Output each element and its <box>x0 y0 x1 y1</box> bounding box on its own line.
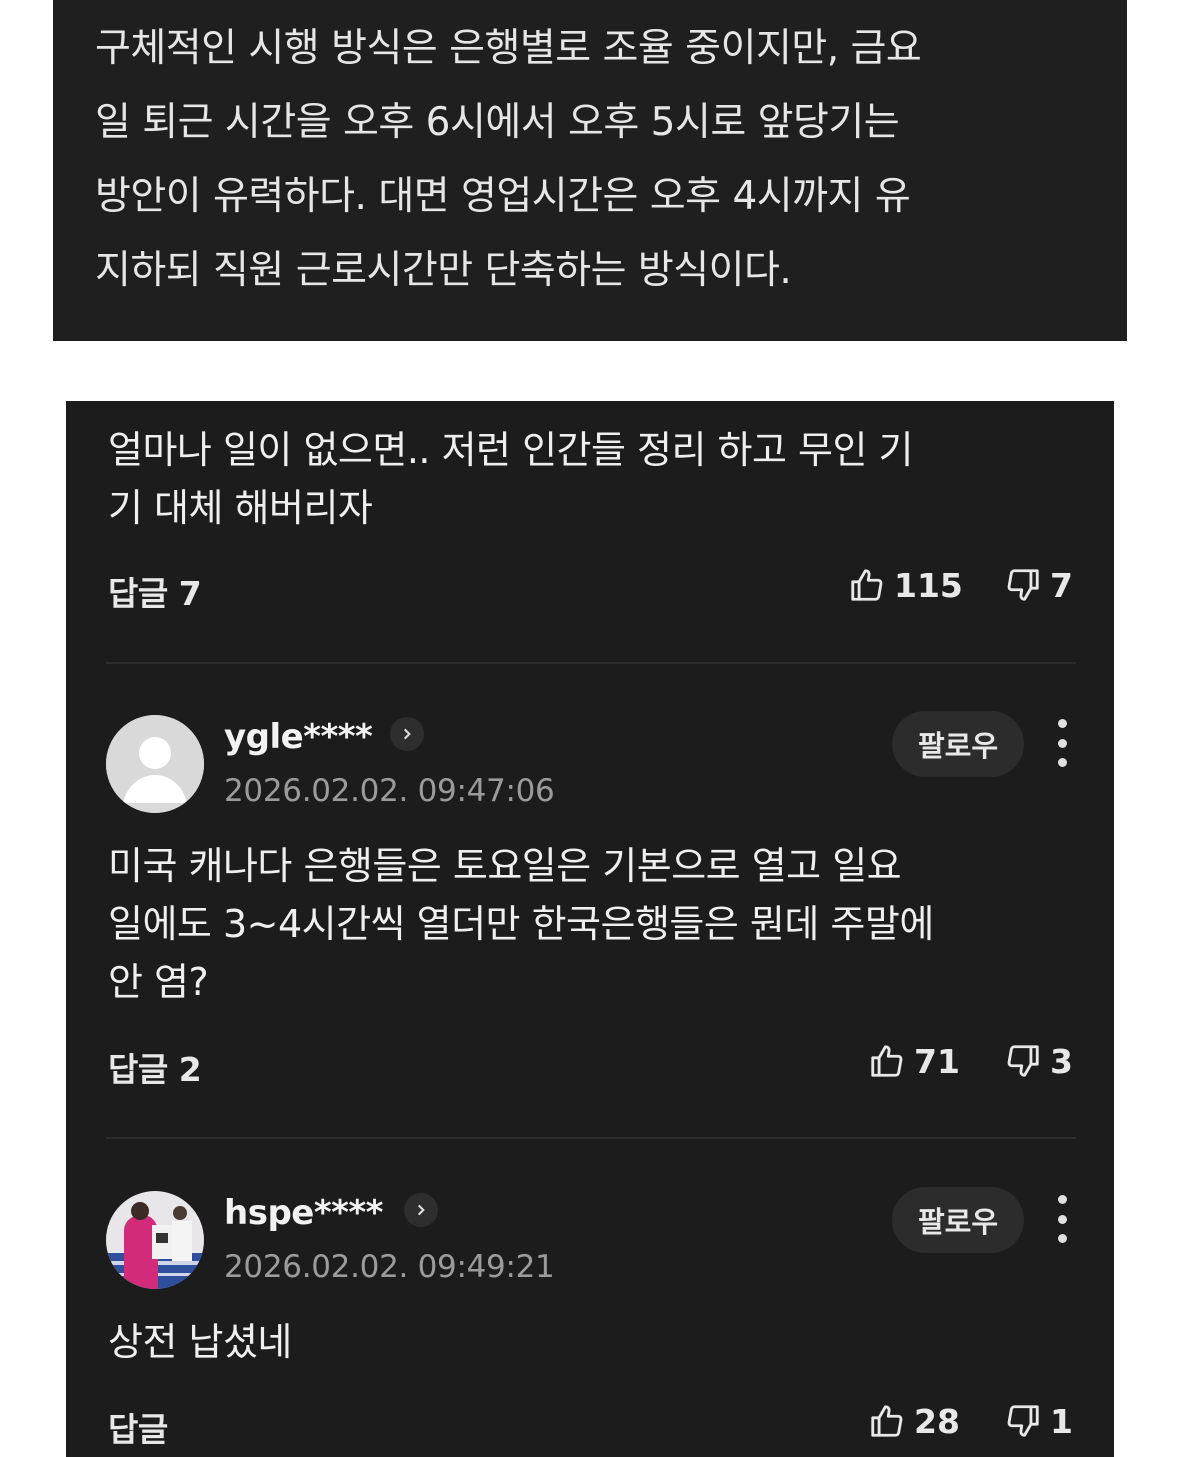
reply-button[interactable]: 답글 2 <box>108 1043 202 1091</box>
article-line: 지하되 직원 근로시간만 단축하는 방식이다. <box>95 248 792 293</box>
more-vertical-icon[interactable] <box>1050 1195 1074 1243</box>
follow-button[interactable]: 팔로우 <box>892 1187 1024 1253</box>
like-count: 115 <box>894 565 963 605</box>
comment-timestamp: 2026.02.02. 09:47:06 <box>224 773 555 809</box>
article-line: 구체적인 시행 방식은 은행별로 조율 중이지만, 금요 <box>95 26 922 71</box>
like-button[interactable]: 28 <box>868 1401 960 1441</box>
comment-body: 미국 캐나다 은행들은 토요일은 기본으로 열고 일요 일에도 3~4시간씩 열… <box>108 837 934 1011</box>
dislike-count: 1 <box>1050 1401 1073 1441</box>
divider <box>106 1137 1076 1139</box>
comment-list: 얼마나 일이 없으면.. 저런 인간들 정리 하고 무인 기 기 대체 해버리자… <box>66 401 1114 1457</box>
dislike-button[interactable]: 3 <box>1004 1041 1073 1081</box>
reply-button[interactable]: 답글 <box>108 1403 168 1451</box>
chevron-right-icon[interactable] <box>404 1193 438 1227</box>
dislike-button[interactable]: 1 <box>1004 1401 1073 1441</box>
chevron-right-icon[interactable] <box>390 717 424 751</box>
like-button[interactable]: 115 <box>848 565 963 605</box>
like-count: 71 <box>914 1041 960 1081</box>
thumbs-down-icon <box>1007 569 1039 601</box>
reply-button[interactable]: 답글 7 <box>108 567 202 615</box>
default-avatar-icon[interactable] <box>106 715 204 813</box>
comment-body: 얼마나 일이 없으면.. 저런 인간들 정리 하고 무인 기 기 대체 해버리자 <box>108 421 914 537</box>
article-excerpt: 구체적인 시행 방식은 은행별로 조율 중이지만, 금요 일 퇴근 시간을 오후… <box>53 0 1127 341</box>
comment-line: 얼마나 일이 없으면.. 저런 인간들 정리 하고 무인 기 <box>108 428 914 472</box>
comment-author[interactable]: hspe**** <box>224 1193 383 1233</box>
thumbs-down-icon <box>1007 1045 1039 1077</box>
more-vertical-icon[interactable] <box>1050 719 1074 767</box>
comment-line: 안 염? <box>108 960 209 1004</box>
comment-line: 미국 캐나다 은행들은 토요일은 기본으로 열고 일요 <box>108 844 902 888</box>
dislike-count: 7 <box>1050 565 1073 605</box>
like-count: 28 <box>914 1401 960 1441</box>
divider <box>106 662 1076 664</box>
profile-photo <box>106 1191 204 1289</box>
comment-author[interactable]: ygle**** <box>224 717 373 757</box>
article-line: 일 퇴근 시간을 오후 6시에서 오후 5시로 앞당기는 <box>95 100 900 145</box>
comment-line: 일에도 3~4시간씩 열더만 한국은행들은 뭔데 주말에 <box>108 902 934 946</box>
like-button[interactable]: 71 <box>868 1041 960 1081</box>
thumbs-down-icon <box>1007 1405 1039 1437</box>
dislike-button[interactable]: 7 <box>1004 565 1073 605</box>
comment-body: 상전 납셨네 <box>108 1313 292 1371</box>
person-silhouette-icon <box>106 715 204 813</box>
thumbs-up-icon <box>871 1405 903 1437</box>
dislike-count: 3 <box>1050 1041 1073 1081</box>
thumbs-up-icon <box>851 569 883 601</box>
thumbs-up-icon <box>871 1045 903 1077</box>
photo-avatar[interactable] <box>106 1191 204 1289</box>
follow-button[interactable]: 팔로우 <box>892 711 1024 777</box>
comment-line: 상전 납셨네 <box>108 1320 292 1364</box>
article-line: 방안이 유력하다. 대면 영업시간은 오후 4시까지 유 <box>95 174 911 219</box>
comment-line: 기 대체 해버리자 <box>108 486 373 530</box>
comment-timestamp: 2026.02.02. 09:49:21 <box>224 1249 555 1285</box>
